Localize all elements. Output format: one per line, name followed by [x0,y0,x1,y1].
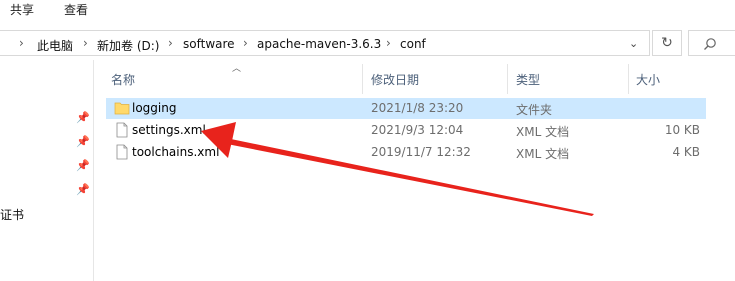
search-icon [704,38,716,50]
file-type: XML 文档 [516,147,570,161]
breadcrumb-separator[interactable]: › [243,36,248,50]
breadcrumb-drive-d[interactable]: 新加卷 (D:) [97,37,159,54]
breadcrumb-separator[interactable]: › [19,36,24,50]
column-divider[interactable] [362,64,363,94]
document-icon [116,122,128,138]
address-bar-row: › 此电脑 › 新加卷 (D:) › software › apache-mav… [0,28,735,60]
breadcrumb-software[interactable]: software [183,37,235,51]
nav-item-certificate[interactable]: 证书 [0,206,24,223]
pin-icon[interactable]: 📌 [76,183,90,196]
file-name: logging [132,101,177,115]
column-type[interactable]: 类型 [516,71,540,88]
tab-view[interactable]: 查看 [64,1,88,18]
refresh-icon[interactable]: ↻ [652,30,682,56]
file-type: 文件夹 [516,103,553,117]
file-row-settings[interactable]: settings.xml 2021/9/3 12:04 XML 文档 10 KB [106,120,706,141]
file-row-toolchains[interactable]: toolchains.xml 2019/11/7 12:32 XML 文档 4 … [106,142,706,163]
column-divider[interactable] [628,64,629,94]
address-bar[interactable]: › 此电脑 › 新加卷 (D:) › software › apache-mav… [0,30,650,56]
ribbon-tabs: 共享 查看 [0,0,735,20]
breadcrumb-apache-maven[interactable]: apache-maven-3.6.3 [257,37,381,51]
column-name[interactable]: 名称 [111,71,135,88]
file-modified: 2021/9/3 12:04 [371,123,464,137]
breadcrumb-separator[interactable]: › [386,36,391,50]
search-box[interactable] [688,30,735,56]
navigation-pane: 📌 📌 📌 📌 [0,60,92,281]
file-modified: 2021/1/8 23:20 [371,101,464,115]
file-row-logging[interactable]: logging 2021/1/8 23:20 文件夹 [106,98,706,119]
column-header: ︿ 名称 修改日期 类型 大小 [94,60,735,94]
pin-icon[interactable]: 📌 [76,111,90,124]
file-size: 10 KB [664,123,700,137]
sort-ascending-icon: ︿ [232,64,242,74]
column-size[interactable]: 大小 [636,71,660,88]
file-size: 4 KB [672,145,700,159]
document-icon [116,144,128,160]
address-dropdown-icon[interactable]: ⌄ [629,37,638,50]
breadcrumb-this-pc[interactable]: 此电脑 [37,37,73,54]
file-type: XML 文档 [516,125,570,139]
column-modified[interactable]: 修改日期 [371,71,419,88]
column-divider[interactable] [507,64,508,94]
folder-icon [114,102,130,115]
file-modified: 2019/11/7 12:32 [371,145,471,159]
pin-icon[interactable]: 📌 [76,159,90,172]
file-name: toolchains.xml [132,145,220,159]
breadcrumb-separator[interactable]: › [168,36,173,50]
tab-share[interactable]: 共享 [10,1,34,18]
file-name: settings.xml [132,123,206,137]
breadcrumb-conf[interactable]: conf [400,37,426,51]
pin-icon[interactable]: 📌 [76,135,90,148]
breadcrumb-separator[interactable]: › [83,36,88,50]
